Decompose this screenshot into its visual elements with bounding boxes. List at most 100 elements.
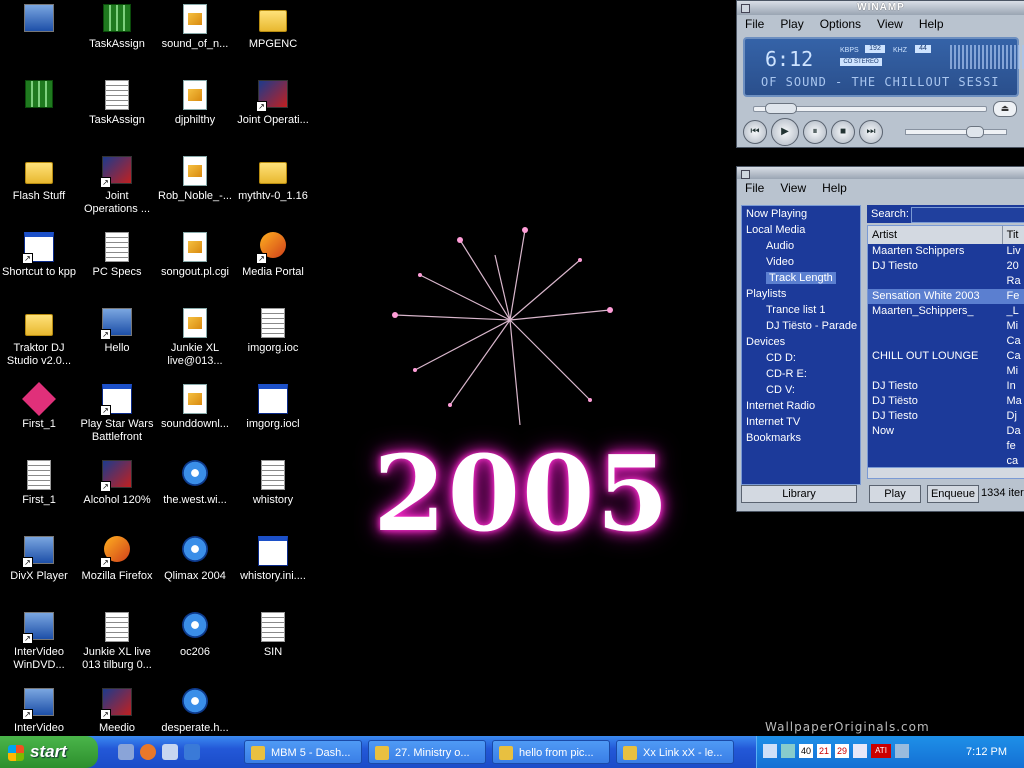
table-row[interactable]: Ra [868, 274, 1024, 289]
play-selected-button[interactable]: Play [869, 485, 921, 503]
table-row[interactable]: fe [868, 439, 1024, 454]
menu-view[interactable]: View [869, 17, 911, 31]
tree-item[interactable]: Playlists [742, 286, 860, 302]
seek-knob[interactable] [765, 103, 797, 114]
tray-temp-1[interactable]: 40 [799, 744, 813, 758]
desktop-icon[interactable]: Junkie XL live 013 tilburg 0... [78, 610, 156, 672]
desktop-icon[interactable]: ↗ Joint Operati... [234, 78, 312, 127]
task-hello[interactable]: hello from pic... [492, 740, 610, 764]
show-desktop-icon[interactable] [118, 744, 134, 760]
task-mbm5[interactable]: MBM 5 - Dash... [244, 740, 362, 764]
tree-item[interactable]: Track Length [742, 270, 860, 286]
tree-item[interactable]: Video [742, 254, 860, 270]
enqueue-button[interactable]: Enqueue [927, 485, 979, 503]
seek-bar[interactable]: ⏏ [745, 101, 1017, 117]
desktop-icon[interactable]: ↗ Joint Operations ... [78, 154, 156, 216]
desktop-icon[interactable]: Traktor DJ Studio v2.0... [0, 306, 78, 368]
desktop-icon[interactable]: ↗ Hello [78, 306, 156, 355]
column-title[interactable]: Tit [1003, 226, 1024, 244]
tree-item[interactable]: Local Media [742, 222, 860, 238]
ie-icon[interactable] [184, 744, 200, 760]
media-library-window[interactable]: File View Help Now Playing Local Media Aud… [736, 166, 1024, 512]
table-row[interactable]: DJ Tiësto Ma [868, 394, 1024, 409]
table-row[interactable]: Mi [868, 319, 1024, 334]
desktop-icon[interactable]: First_1 [0, 458, 78, 507]
horizontal-scrollbar[interactable] [867, 467, 1024, 479]
tree-item[interactable]: Trance list 1 [742, 302, 860, 318]
desktop-icon[interactable]: ↗ Play Star Wars Battlefront [78, 382, 156, 444]
task-ministry[interactable]: 27. Ministry o... [368, 740, 486, 764]
previous-button[interactable]: ⏮ [743, 120, 767, 144]
volume-knob[interactable] [966, 126, 984, 138]
desktop-icon[interactable]: sounddownl... [156, 382, 234, 431]
desktop-icon[interactable]: PC Specs [78, 230, 156, 279]
winamp-titlebar[interactable]: WINAMP [737, 1, 1024, 15]
tree-item[interactable]: CD-R E: [742, 366, 860, 382]
menu-file[interactable]: File [737, 17, 772, 31]
desktop-icon[interactable] [0, 78, 78, 114]
table-row[interactable]: Ca [868, 334, 1024, 349]
tree-item[interactable]: Audio [742, 238, 860, 254]
desktop-icon[interactable]: ↗ Meedio [78, 686, 156, 735]
lib-menu-file[interactable]: File [737, 181, 772, 195]
library-button[interactable]: Library [741, 485, 857, 503]
table-row[interactable]: Maarten Schippers Liv [868, 244, 1024, 259]
winamp-menu-icon[interactable] [741, 4, 750, 13]
tree-item[interactable]: CD V: [742, 382, 860, 398]
tree-item[interactable]: Devices [742, 334, 860, 350]
column-artist[interactable]: Artist [868, 226, 1003, 244]
desktop-icon[interactable]: ↗ Mozilla Firefox [78, 534, 156, 583]
spectrum-visualizer[interactable] [950, 45, 1024, 69]
desktop-icon[interactable]: MPGENC [234, 2, 312, 51]
table-row[interactable]: DJ Tiesto 20 [868, 259, 1024, 274]
desktop-icon[interactable]: sound_of_n... [156, 2, 234, 51]
clock[interactable]: 7:12 PM [966, 736, 1007, 768]
ati-icon[interactable]: ATI [871, 744, 891, 758]
desktop-icon[interactable]: TaskAssign [78, 78, 156, 127]
desktop-icon[interactable]: Qlimax 2004 [156, 534, 234, 583]
desktop-icon[interactable]: imgorg.iocl [234, 382, 312, 431]
desktop-icon[interactable]: TaskAssign [78, 2, 156, 51]
desktop-icon[interactable]: imgorg.ioc [234, 306, 312, 355]
tray-network-icon[interactable] [781, 744, 795, 758]
eject-button[interactable]: ⏏ [993, 101, 1017, 117]
menu-help[interactable]: Help [911, 17, 952, 31]
desktop-icon[interactable]: mythtv-0_1.16 [234, 154, 312, 203]
tray-temp-2[interactable]: 21 [817, 744, 831, 758]
search-input[interactable] [911, 207, 1024, 223]
pause-button[interactable]: ⏸ [803, 120, 827, 144]
table-row[interactable]: Mi [868, 364, 1024, 379]
desktop-icon[interactable]: Junkie XL live@013... [156, 306, 234, 368]
desktop-icon[interactable]: First_1 [0, 382, 78, 431]
play-button[interactable]: ▶ [771, 118, 799, 146]
library-titlebar[interactable] [737, 167, 1024, 179]
track-time[interactable]: 6:12 [765, 47, 813, 71]
library-menu-icon[interactable] [741, 170, 750, 179]
desktop-icon[interactable]: ↗ Shortcut to kpp [0, 230, 78, 279]
table-row[interactable]: CHILL OUT LOUNGE Ca [868, 349, 1024, 364]
outlook-icon[interactable] [162, 744, 178, 760]
desktop-icon[interactable]: djphilthy [156, 78, 234, 127]
desktop-icon[interactable]: SIN [234, 610, 312, 659]
table-row[interactable]: DJ Tiesto In [868, 379, 1024, 394]
winamp-main-window[interactable]: WINAMP File Play Options View Help 6:12 … [736, 0, 1024, 148]
desktop-icon[interactable]: oc206 [156, 610, 234, 659]
lib-menu-help[interactable]: Help [814, 181, 855, 195]
tree-item[interactable]: Internet Radio [742, 398, 860, 414]
tree-item[interactable]: Now Playing [742, 206, 860, 222]
tree-item[interactable]: DJ Tiësto - Parade d [742, 318, 860, 334]
table-row[interactable]: Sensation White 2003 Fe [868, 289, 1024, 304]
desktop-icon[interactable]: whistory.ini.... [234, 534, 312, 583]
tray-temp-3[interactable]: 29 [835, 744, 849, 758]
next-button[interactable]: ⏭ [859, 120, 883, 144]
menu-play[interactable]: Play [772, 17, 811, 31]
menu-options[interactable]: Options [812, 17, 869, 31]
lib-menu-view[interactable]: View [772, 181, 814, 195]
desktop-icon[interactable]: ↗ Alcohol 120% [78, 458, 156, 507]
desktop-icon[interactable]: Flash Stuff [0, 154, 78, 203]
start-button[interactable]: start [0, 736, 98, 768]
desktop-icon[interactable]: ↗ InterVideo WinDVD... [0, 610, 78, 672]
desktop-icon[interactable]: desperate.h... [156, 686, 234, 735]
volume-slider[interactable] [905, 126, 1007, 138]
tree-item[interactable]: CD D: [742, 350, 860, 366]
